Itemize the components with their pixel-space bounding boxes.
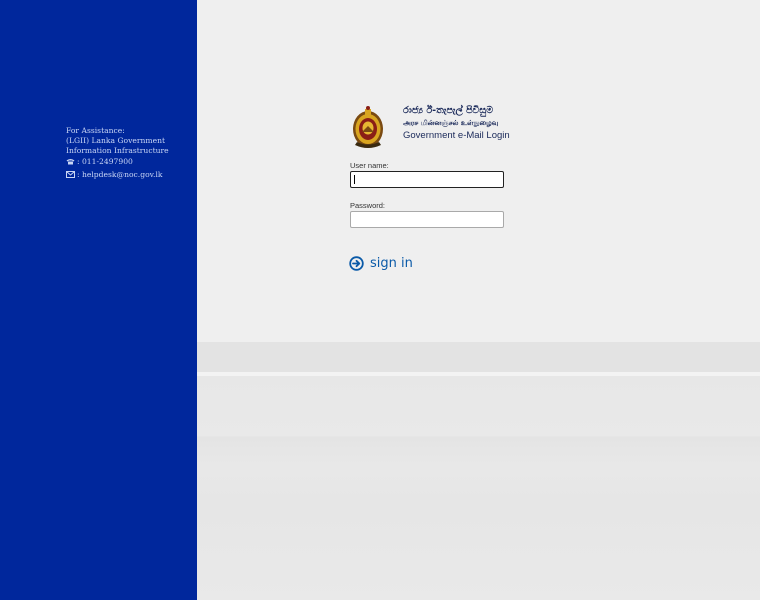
assistance-phone-row: : 011-2497900 — [66, 157, 191, 168]
logo-title-english: Government e-Mail Login — [403, 130, 510, 141]
login-logo: රාජ්‍ය ඊ-තැපැල් පිවිසුම அரச மின்னஞ்சல் உ… — [351, 105, 511, 149]
assistance-org: (LGII) Lanka Government Information Infr… — [66, 136, 169, 156]
signin-label: sign in — [370, 255, 413, 271]
signin-button[interactable]: sign in — [349, 253, 413, 273]
username-input[interactable] — [350, 171, 504, 188]
footer-area — [197, 376, 760, 600]
logo-title-tamil: அரச மின்னஞ்சல் உள்நுழைவு — [403, 119, 499, 127]
assistance-email[interactable]: : helpdesk@noc.gov.lk — [77, 170, 163, 179]
mail-icon — [66, 170, 75, 181]
assistance-heading: For Assistance: — [66, 126, 125, 135]
government-emblem — [353, 106, 383, 148]
assistance-email-row: : helpdesk@noc.gov.lk — [66, 170, 191, 181]
phone-icon — [66, 158, 75, 168]
password-label: Password: — [350, 201, 386, 210]
logo-text: රාජ්‍ය ඊ-තැපැල් පිවිසුම அரச மின்னஞ்சல் உ… — [403, 105, 513, 141]
footer-band — [197, 342, 760, 372]
assistance-phone: : 011-2497900 — [77, 156, 133, 166]
left-sidebar: For Assistance: (LGII) Lanka Government … — [0, 0, 197, 600]
logo-title-sinhala: රාජ්‍ය ඊ-තැපැල් පිවිසුම — [403, 105, 494, 116]
password-input[interactable] — [350, 211, 504, 228]
text-cursor — [354, 175, 355, 184]
arrow-circle-right-icon — [349, 255, 364, 271]
username-label: User name: — [350, 161, 389, 170]
assistance-panel: For Assistance: (LGII) Lanka Government … — [66, 126, 191, 181]
